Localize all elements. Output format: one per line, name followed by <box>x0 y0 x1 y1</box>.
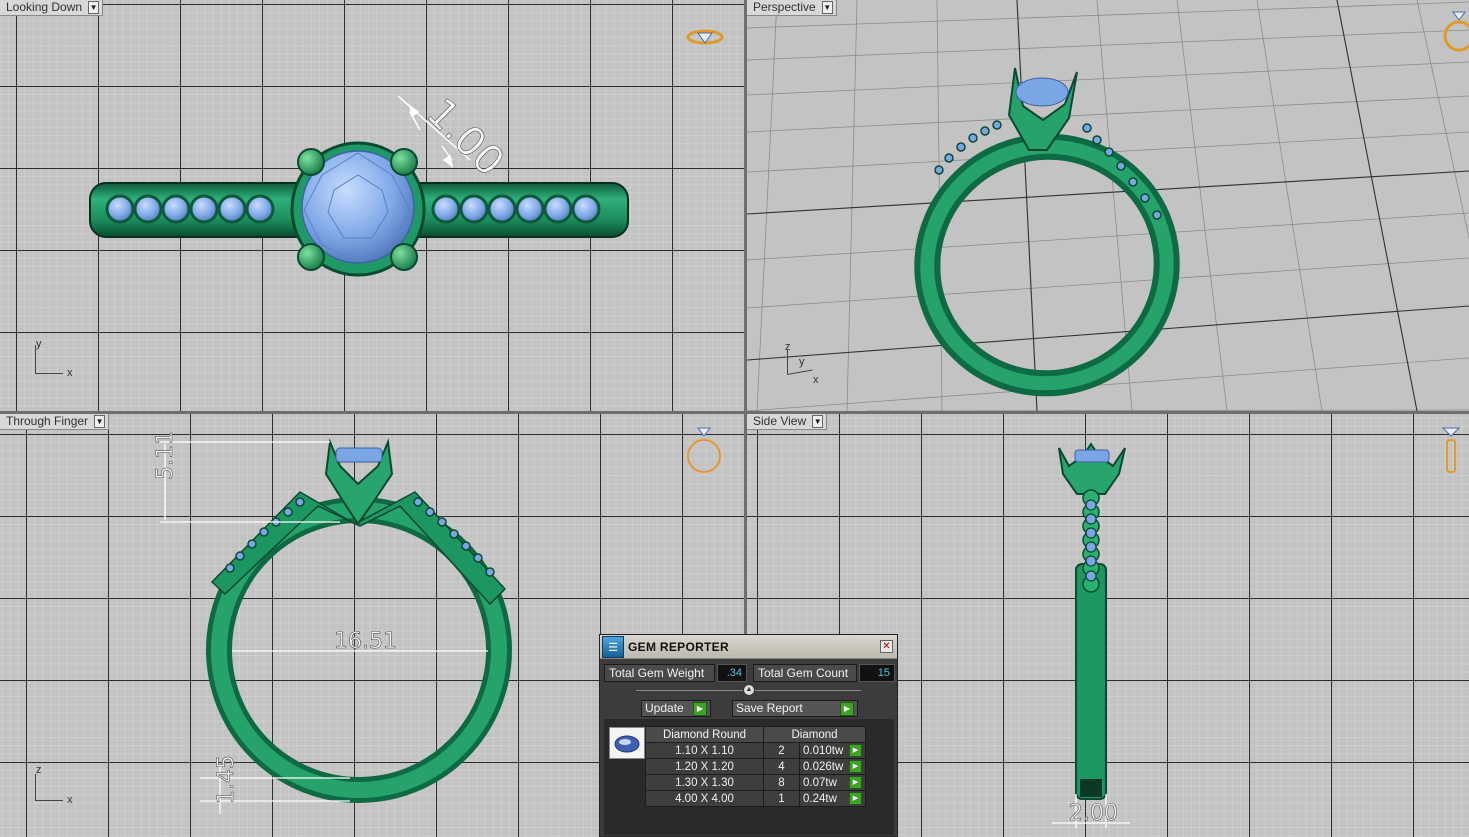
axis-y-label: y <box>799 356 805 368</box>
update-button-label: Update <box>645 701 684 715</box>
viewport-looking-down[interactable]: Looking Down ▼ 1.00 y x <box>0 0 744 411</box>
axis-z-line <box>35 774 36 800</box>
axis-x-line <box>35 373 63 374</box>
gem-reporter-logo-icon: ☰ <box>602 636 624 658</box>
row-size: 1.10 X 1.10 <box>645 742 764 759</box>
gem-reporter-titlebar[interactable]: ☰ GEM REPORTER ✕ <box>600 635 897 659</box>
dimension-height-label: 5.11 <box>153 431 178 480</box>
gem-table-area: Diamond Round Diamond 1.10 X 1.10 2 0.01… <box>604 719 894 835</box>
gem-reporter-panel[interactable]: ☰ GEM REPORTER ✕ Total Gem Weight .34 To… <box>599 634 898 837</box>
row-count: 1 <box>763 790 800 807</box>
total-count-row: Total Gem Count 15 <box>753 664 895 682</box>
play-arrow-icon[interactable]: ▶ <box>849 760 862 773</box>
axis-z-line <box>787 350 788 374</box>
row-count: 2 <box>763 742 800 759</box>
total-count-label: Total Gem Count <box>753 664 857 682</box>
play-arrow-icon: ▶ <box>840 701 854 716</box>
play-arrow-icon: ▶ <box>693 701 707 716</box>
axis-z-label: z <box>785 341 791 353</box>
play-arrow-icon[interactable]: ▶ <box>849 792 862 805</box>
dimension-width-label: 2.00 <box>1069 801 1118 826</box>
row-size: 1.30 X 1.30 <box>645 774 764 791</box>
row-weight: 0.07tw <box>803 776 837 789</box>
axis-x-label: x <box>67 367 73 379</box>
gem-thumbnail-icon <box>609 727 645 759</box>
axis-z-label: z <box>36 764 42 776</box>
table-row[interactable]: 4.00 X 4.00 1 0.24tw ▶ <box>645 790 866 807</box>
play-arrow-icon[interactable]: ▶ <box>849 744 862 757</box>
save-report-button-label: Save Report <box>736 701 803 715</box>
row-weight: 0.026tw <box>803 760 844 773</box>
total-weight-row: Total Gem Weight .34 <box>604 664 747 682</box>
total-weight-value: .34 <box>717 664 747 682</box>
axis-x-line <box>35 800 63 801</box>
row-weight: 0.24tw <box>803 792 837 805</box>
save-report-button[interactable]: Save Report ▶ <box>732 700 858 717</box>
table-row[interactable]: 1.30 X 1.30 8 0.07tw ▶ <box>645 774 866 791</box>
table-header-cut: Diamond Round <box>645 726 764 743</box>
gem-reporter-title: GEM REPORTER <box>628 639 729 654</box>
table-header-material: Diamond <box>763 726 866 743</box>
update-button[interactable]: Update ▶ <box>641 700 711 717</box>
table-row[interactable]: 1.20 X 1.20 4 0.026tw ▶ <box>645 758 866 775</box>
dimension-shank-label: 1.45 <box>214 755 239 804</box>
row-weight: 0.010tw <box>803 744 844 757</box>
close-icon[interactable]: ✕ <box>880 640 893 653</box>
row-count: 8 <box>763 774 800 791</box>
collapse-knob-icon[interactable]: ▲ <box>743 684 755 696</box>
axis-x-label: x <box>813 374 819 386</box>
row-count: 4 <box>763 758 800 775</box>
total-weight-label: Total Gem Weight <box>604 664 715 682</box>
table-row[interactable]: 1.10 X 1.10 2 0.010tw ▶ <box>645 742 866 759</box>
dimension-inner-label: 16.51 <box>334 629 397 654</box>
axis-y-label: y <box>36 338 42 350</box>
play-arrow-icon[interactable]: ▶ <box>849 776 862 789</box>
row-size: 1.20 X 1.20 <box>645 758 764 775</box>
total-count-value: 15 <box>859 664 895 682</box>
gem-table: Diamond Round Diamond 1.10 X 1.10 2 0.01… <box>645 726 866 807</box>
row-size: 4.00 X 4.00 <box>645 790 764 807</box>
viewport-perspective[interactable]: Perspective ▼ z y x <box>747 0 1469 411</box>
axis-x-label: x <box>67 794 73 806</box>
ring-perspective-render <box>914 67 1180 397</box>
ring-top-render: 1.00 <box>89 90 629 277</box>
dimension-label: 1.00 <box>417 90 513 186</box>
